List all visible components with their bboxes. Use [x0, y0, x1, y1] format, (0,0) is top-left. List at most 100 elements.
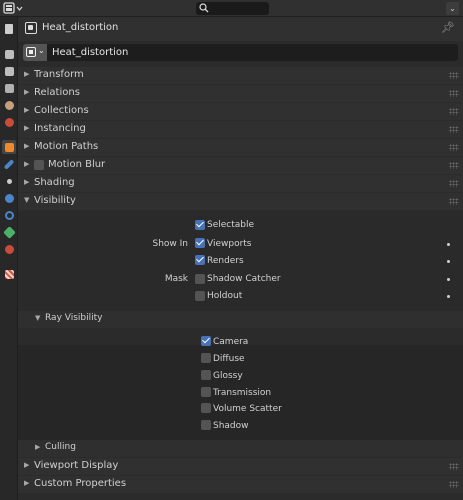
keyframe-dot-icon[interactable] — [447, 295, 450, 298]
keyframe-dot-icon[interactable] — [447, 278, 450, 281]
panel-motion-paths[interactable]: ▶ Motion Paths — [18, 139, 463, 156]
subpanel-label: Ray Visibility — [45, 313, 103, 323]
panel-viewport-display[interactable]: ▶ Viewport Display — [18, 458, 463, 475]
object-name-field[interactable]: Heat_distortion — [47, 44, 458, 61]
panel-label: Custom Properties — [34, 478, 127, 489]
tab-view-layer[interactable] — [2, 81, 16, 95]
editor-options-chevron-icon[interactable]: ⌄ — [446, 2, 459, 15]
tab-render[interactable] — [2, 47, 16, 61]
search-input[interactable] — [196, 2, 269, 15]
panel-instancing[interactable]: ▶ Instancing — [18, 121, 463, 138]
expand-arrow-icon: ▶ — [24, 160, 30, 168]
panel-label: Collections — [34, 105, 89, 116]
context-title: Heat_distortion — [42, 22, 119, 33]
tab-world[interactable] — [2, 115, 16, 129]
mask-label: Mask — [164, 274, 188, 284]
tab-texture[interactable] — [2, 267, 16, 281]
shadow-catcher-checkbox[interactable] — [195, 274, 205, 284]
expand-arrow-icon: ▶ — [24, 88, 30, 96]
tool-icon — [5, 24, 13, 34]
renders-checkbox[interactable] — [195, 255, 205, 265]
collapse-arrow-icon: ▼ — [35, 314, 41, 322]
glossy-label: Glossy — [213, 371, 243, 381]
tab-tool[interactable] — [2, 22, 16, 36]
glossy-checkbox[interactable] — [201, 370, 211, 380]
shadow-checkbox[interactable] — [201, 420, 211, 430]
expand-arrow-icon: ▶ — [24, 124, 30, 132]
view-layer-icon — [4, 83, 14, 93]
editor-header: ⌄ — [0, 0, 463, 17]
texture-icon — [4, 269, 14, 279]
drag-grip-icon[interactable] — [449, 144, 459, 151]
panel-collections[interactable]: ▶ Collections — [18, 103, 463, 120]
chevron-down-icon: ⌄ — [38, 46, 45, 55]
tab-constraints[interactable] — [2, 208, 16, 222]
drag-grip-icon[interactable] — [449, 463, 459, 470]
constraints-icon — [4, 210, 14, 220]
tab-object-data[interactable] — [2, 225, 16, 239]
world-icon — [4, 117, 14, 127]
volume-scatter-checkbox[interactable] — [201, 403, 211, 413]
scene-icon — [4, 100, 14, 110]
transmission-checkbox[interactable] — [201, 387, 211, 397]
panel-transform[interactable]: ▶ Transform — [18, 67, 463, 84]
drag-grip-icon[interactable] — [449, 198, 459, 205]
expand-arrow-icon: ▶ — [35, 443, 41, 451]
tab-modifiers[interactable] — [2, 157, 16, 171]
keyframe-dot-icon[interactable] — [447, 260, 450, 263]
wrench-icon — [3, 158, 15, 170]
panel-shading[interactable]: ▶ Shading — [18, 175, 463, 192]
viewports-checkbox[interactable] — [195, 238, 205, 248]
panel-label: Shading — [34, 177, 75, 188]
panel-label: Visibility — [34, 195, 76, 206]
drag-grip-icon[interactable] — [449, 90, 459, 97]
drag-grip-icon[interactable] — [449, 72, 459, 79]
drag-grip-icon[interactable] — [449, 180, 459, 187]
pin-icon[interactable]: 📌︎ — [441, 21, 455, 34]
subpanel-culling[interactable]: ▶ Culling — [18, 440, 463, 457]
object-data-icon — [2, 225, 16, 239]
tab-material[interactable] — [2, 242, 16, 256]
properties-panel: Heat_distortion 📌︎ ⌄ Heat_distortion ▶ T… — [18, 17, 463, 500]
holdout-checkbox[interactable] — [195, 291, 205, 301]
object-icon — [4, 142, 14, 152]
panel-motion-blur[interactable]: ▶ Motion Blur — [18, 157, 463, 174]
panel-label: Motion Paths — [34, 141, 99, 152]
panel-custom-properties[interactable]: ▶ Custom Properties — [18, 476, 463, 493]
holdout-label: Holdout — [207, 291, 243, 301]
camera-checkbox[interactable] — [201, 336, 211, 346]
tab-object[interactable] — [2, 140, 16, 154]
object-datablock-button[interactable]: ⌄ — [23, 44, 47, 61]
tab-scene[interactable] — [2, 98, 16, 112]
render-icon — [4, 49, 14, 59]
panel-visibility[interactable]: ▼ Visibility — [18, 193, 463, 210]
diffuse-label: Diffuse — [213, 354, 245, 364]
selectable-label: Selectable — [207, 220, 255, 230]
drag-grip-icon[interactable] — [449, 126, 459, 133]
object-icon — [26, 47, 36, 57]
expand-arrow-icon: ▶ — [24, 106, 30, 114]
drag-grip-icon[interactable] — [449, 162, 459, 169]
object-name-row: ⌄ Heat_distortion — [23, 44, 458, 61]
properties-editor-icon — [3, 2, 23, 14]
tab-particles[interactable] — [2, 174, 16, 188]
panel-label: Viewport Display — [34, 460, 119, 471]
subpanel-ray-visibility[interactable]: ▼ Ray Visibility — [18, 311, 463, 328]
tab-output[interactable] — [2, 64, 16, 78]
selectable-checkbox[interactable] — [195, 220, 205, 230]
editor-type-button[interactable] — [3, 2, 25, 15]
motion-blur-checkbox[interactable] — [34, 160, 44, 170]
expand-arrow-icon: ▶ — [24, 479, 30, 487]
diffuse-checkbox[interactable] — [201, 353, 211, 363]
panel-relations[interactable]: ▶ Relations — [18, 85, 463, 102]
expand-arrow-icon: ▶ — [24, 461, 30, 469]
expand-arrow-icon: ▶ — [24, 70, 30, 78]
viewports-label: Viewports — [207, 239, 252, 249]
tab-physics[interactable] — [2, 191, 16, 205]
keyframe-dot-icon[interactable] — [447, 243, 450, 246]
drag-grip-icon[interactable] — [449, 108, 459, 115]
drag-grip-icon[interactable] — [449, 481, 459, 488]
object-icon — [25, 22, 37, 34]
shadow-catcher-label: Shadow Catcher — [207, 274, 281, 284]
subpanel-label: Culling — [45, 442, 76, 452]
